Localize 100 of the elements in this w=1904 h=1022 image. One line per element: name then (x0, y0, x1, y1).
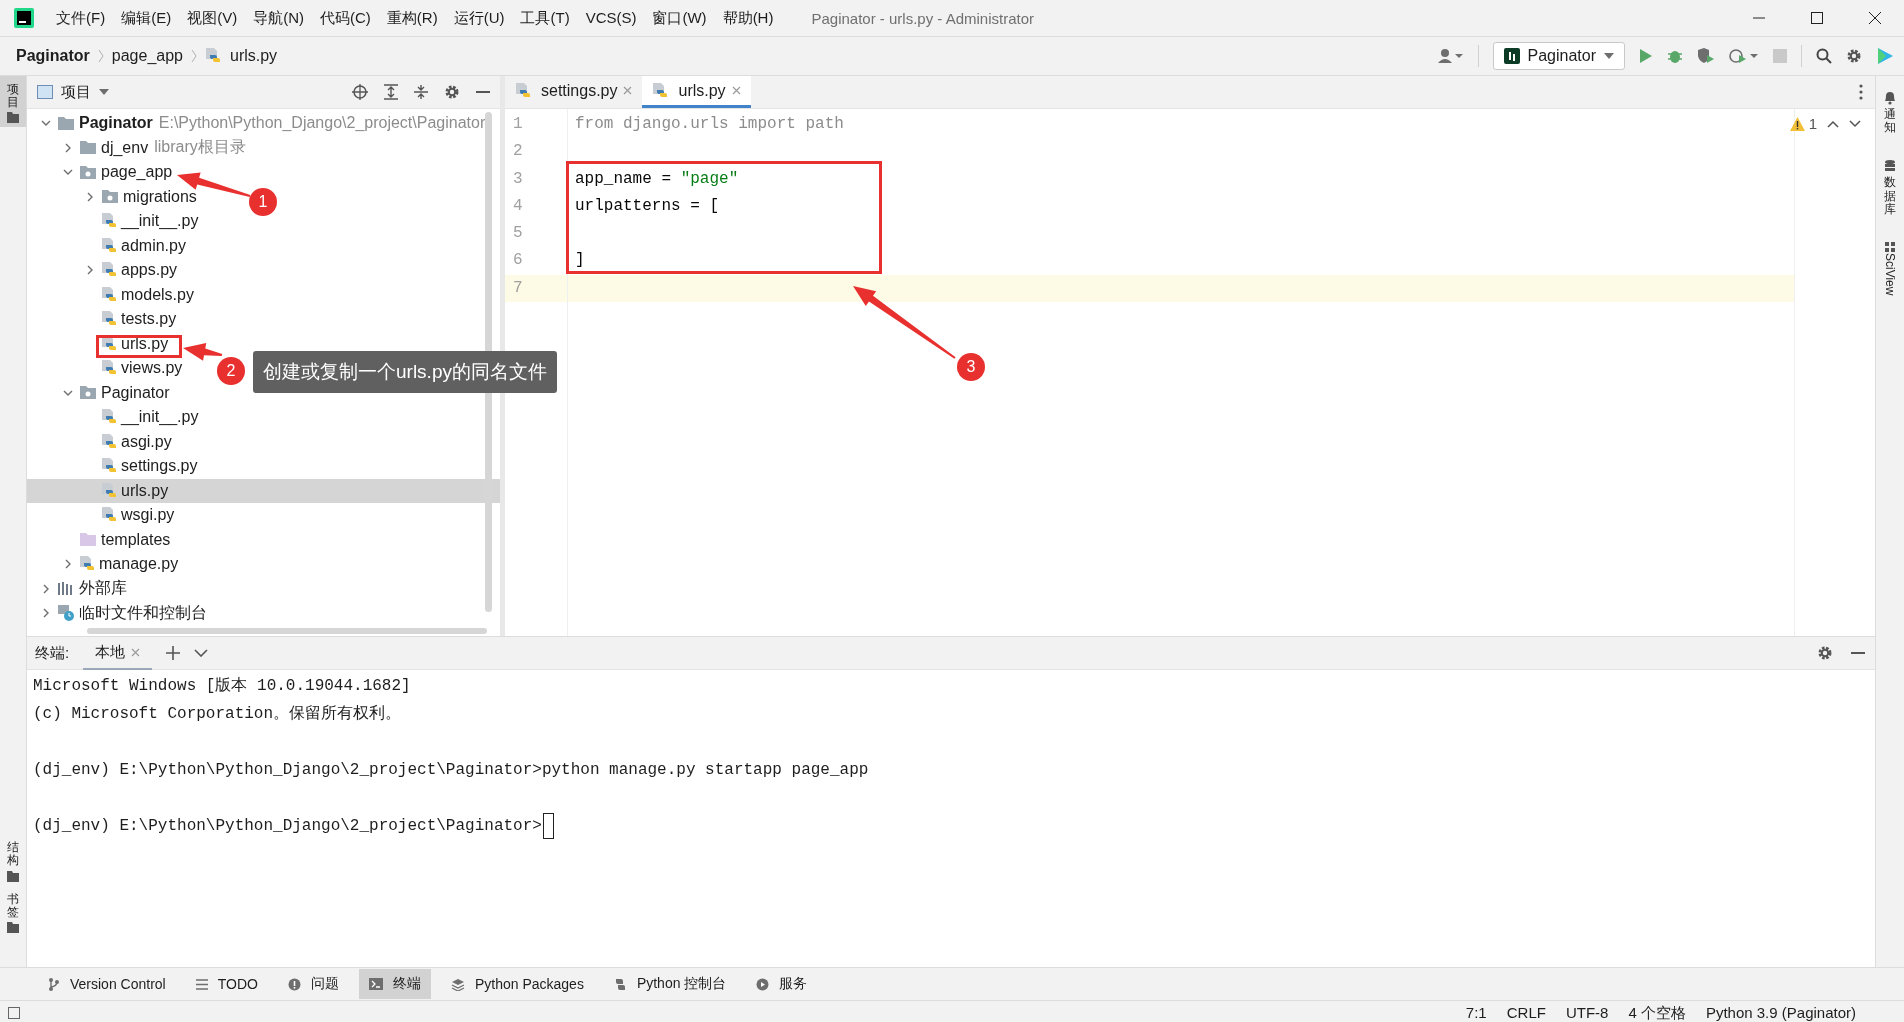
menu-item[interactable]: 编辑(E) (113, 8, 180, 28)
python-file-icon (652, 81, 669, 100)
tree-item[interactable]: manage.py (57, 555, 179, 574)
code-line: from django.urls import path (575, 115, 844, 133)
tool-window-tab[interactable]: 服务 (746, 969, 818, 999)
menu-item[interactable]: 窗口(W) (644, 8, 715, 28)
caret-icon[interactable] (99, 89, 109, 95)
run-config-dropdown[interactable]: Paginator (1492, 42, 1625, 70)
run-icon[interactable] (1639, 48, 1653, 64)
side-tool-tab[interactable]: SciView (1876, 236, 1904, 300)
bell-icon[interactable] (1883, 90, 1897, 105)
minimize-icon[interactable] (476, 90, 490, 94)
chevron-right-icon[interactable] (85, 265, 95, 276)
breadcrumb-item[interactable]: urls.py (205, 47, 278, 65)
settings-icon[interactable] (1817, 645, 1833, 661)
settings-icon[interactable] (1846, 48, 1862, 64)
tool-window-tab[interactable]: TODO (185, 970, 268, 998)
python-file-icon (101, 285, 117, 304)
tool-window-tab[interactable]: 终端 (358, 969, 431, 999)
status-item[interactable]: Python 3.9 (Paginator) (1705, 1003, 1856, 1022)
tree-item[interactable]: 临时文件和控制台 (35, 602, 207, 624)
tree-item[interactable]: asgi.py (79, 432, 172, 451)
shield-run-icon[interactable] (1697, 48, 1715, 64)
chevron-right-icon (191, 49, 197, 63)
plus-icon[interactable] (166, 646, 181, 660)
package-folder-icon (79, 385, 97, 401)
tree-item[interactable]: wsgi.py (79, 506, 175, 525)
tree-item[interactable]: admin.py (79, 236, 186, 255)
side-tool-tab[interactable]: 通知 (1876, 86, 1904, 142)
profiler-icon[interactable] (1729, 48, 1759, 64)
collapse-all-icon[interactable] (414, 84, 428, 100)
panel-title: 终端: (35, 643, 70, 663)
panel-title[interactable]: 项目 (61, 82, 91, 102)
tree-item[interactable]: migrations (79, 187, 197, 206)
maximize-icon[interactable] (1810, 11, 1824, 25)
tree-item[interactable]: Paginator (57, 383, 170, 402)
menu-item[interactable]: 文件(F) (48, 8, 114, 28)
tree-item[interactable]: dj_env library根目录 (57, 137, 246, 159)
status-item[interactable]: 4 个空格 (1628, 1003, 1686, 1022)
side-tool-tab[interactable]: 项目 (0, 76, 26, 128)
tool-window-tab[interactable]: 问题 (277, 969, 349, 999)
more-icon[interactable] (1859, 84, 1863, 100)
menu-item[interactable]: 运行(U) (445, 8, 513, 28)
tree-item[interactable]: urls.py (79, 334, 169, 353)
side-tool-tab[interactable]: 书签 (0, 885, 26, 937)
menu-item[interactable]: 导航(N) (245, 8, 312, 28)
breadcrumb-item[interactable]: Paginator (16, 47, 90, 65)
tree-item[interactable]: __init__.py (79, 212, 199, 231)
chevron-right-icon[interactable] (63, 559, 73, 570)
chevron-right-icon[interactable] (63, 142, 73, 153)
status-item[interactable]: CRLF (1506, 1003, 1546, 1022)
breadcrumb-item[interactable]: page_app (111, 47, 183, 65)
crosshair-icon[interactable] (352, 84, 368, 100)
database-icon[interactable] (1884, 159, 1896, 174)
tree-item[interactable]: views.py (79, 359, 183, 378)
tree-item[interactable]: templates (57, 530, 171, 549)
chevron-down-icon[interactable] (1849, 119, 1861, 128)
side-tool-tab[interactable]: 结构 (0, 834, 26, 886)
tool-icon (7, 922, 19, 933)
tree-item[interactable]: tests.py (79, 310, 177, 329)
chevron-down-icon[interactable] (194, 649, 209, 657)
chevron-right-icon[interactable] (41, 583, 51, 594)
tree-item[interactable]: 外部库 (35, 578, 127, 600)
menu-item[interactable]: 视图(V) (179, 8, 246, 28)
grid-icon[interactable] (1884, 240, 1896, 253)
expand-all-icon[interactable] (384, 84, 398, 100)
package-folder-icon (101, 189, 119, 205)
search-icon[interactable] (1816, 48, 1832, 64)
settings-icon[interactable] (444, 84, 460, 100)
list-icon (195, 978, 208, 990)
editor-tab[interactable]: settings.py (505, 76, 643, 108)
tree-item[interactable]: page_app (57, 163, 173, 182)
bug-icon[interactable] (1667, 48, 1683, 64)
menu-item[interactable]: 工具(T) (512, 8, 578, 28)
user-icon[interactable] (1437, 48, 1464, 64)
tree-item[interactable]: apps.py (79, 261, 178, 280)
chevron-up-icon[interactable] (1827, 119, 1839, 128)
close-icon[interactable] (1868, 11, 1882, 25)
chevron-right-icon[interactable] (41, 608, 51, 619)
menu-item[interactable]: 帮助(H) (714, 8, 782, 28)
panel-toggle-icon[interactable] (8, 1007, 20, 1019)
tree-item[interactable]: Paginator E:\Python\Python_Django\2_project\Paginator (35, 114, 486, 133)
editor-tab[interactable]: urls.py (642, 76, 751, 108)
tree-item[interactable]: urls.py (79, 481, 169, 500)
tool-window-tab[interactable]: Version Control (38, 970, 176, 998)
chevron-right-icon[interactable] (85, 191, 95, 202)
menu-item[interactable]: VCS(S) (577, 8, 645, 28)
warning-count[interactable]: 1 (1789, 115, 1817, 132)
status-item[interactable]: UTF-8 (1565, 1003, 1609, 1022)
tree-item[interactable]: __init__.py (79, 408, 199, 427)
tree-item[interactable]: settings.py (79, 457, 198, 476)
tool-window-tab[interactable]: Python 控制台 (603, 969, 737, 999)
tool-window-tab[interactable]: Python Packages (440, 970, 594, 998)
python-file-icon (101, 481, 117, 500)
side-tool-tab[interactable]: 数据库 (1876, 155, 1904, 223)
tree-item[interactable]: models.py (79, 285, 194, 304)
menu-item[interactable]: 代码(C) (312, 8, 379, 28)
scrollbar[interactable] (87, 628, 487, 634)
status-item[interactable]: 7:1 (1465, 1003, 1487, 1022)
menu-item[interactable]: 重构(R) (378, 8, 446, 28)
